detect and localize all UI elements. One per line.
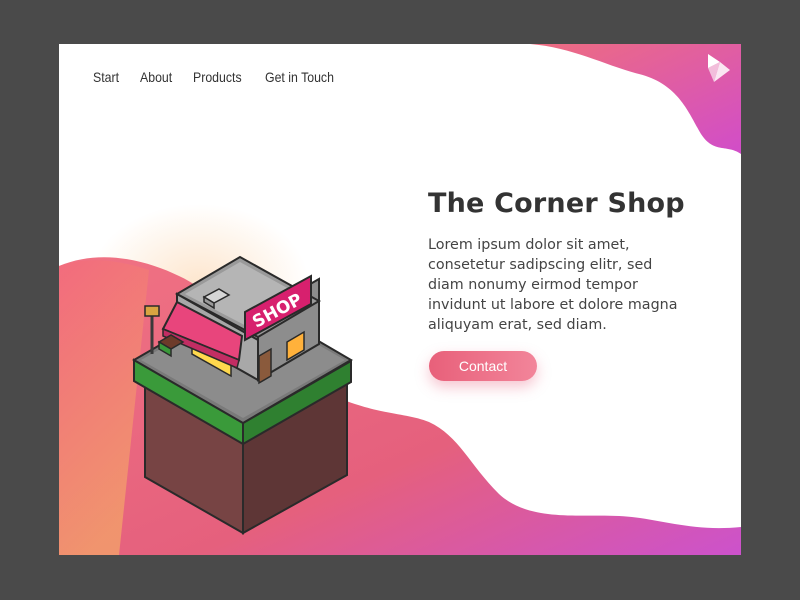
contact-button[interactable]: Contact	[429, 351, 537, 381]
hero-description: Lorem ipsum dolor sit amet, consetetur s…	[428, 237, 678, 333]
landing-card: Start About Products Get in Touch SHOP T…	[59, 44, 741, 555]
page-title: The Corner Shop	[428, 188, 685, 219]
